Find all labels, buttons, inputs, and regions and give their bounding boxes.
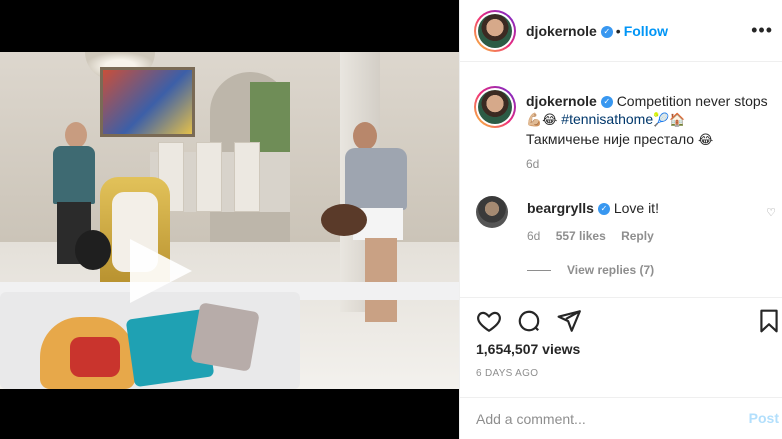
- caption-username[interactable]: djokernole: [526, 93, 597, 109]
- header-username[interactable]: djokernole: [526, 23, 597, 39]
- video-player[interactable]: [0, 52, 459, 389]
- view-replies-button[interactable]: View replies (7): [527, 263, 654, 277]
- comment-time[interactable]: 6d: [527, 229, 540, 243]
- caption-emoji-3: 😂: [697, 133, 714, 148]
- follow-button[interactable]: Follow: [624, 23, 668, 39]
- bookmark-icon[interactable]: [756, 308, 782, 334]
- video-scene-player-right: [321, 122, 425, 352]
- caption-emoji-2: 🎾🏠: [653, 113, 686, 128]
- post-header: djokernole ✓ • Follow •••: [460, 0, 782, 62]
- comment-body: Love it!: [613, 200, 659, 216]
- caption-line3: Такмичење није престало: [526, 131, 695, 147]
- comment-likes[interactable]: 557 likes: [556, 229, 606, 243]
- video-scene-chair: [234, 142, 260, 212]
- caption-line1: Competition never stops: [616, 93, 768, 109]
- video-scene-plush-shirt: [70, 337, 120, 377]
- verified-badge-icon: ✓: [597, 203, 610, 216]
- media-panel: [0, 0, 459, 439]
- video-scene-painting: [100, 67, 195, 137]
- comment-like-heart-icon[interactable]: ♡: [766, 206, 776, 219]
- post-button[interactable]: Post: [749, 410, 779, 426]
- play-icon[interactable]: [130, 239, 192, 303]
- hashtag-link[interactable]: #tennisathome: [561, 111, 653, 127]
- heart-icon[interactable]: [476, 308, 502, 334]
- avatar[interactable]: [474, 86, 516, 128]
- comment-reply-button[interactable]: Reply: [621, 229, 654, 243]
- comment-meta: 6d 557 likes Reply: [527, 229, 666, 243]
- comment-input[interactable]: [476, 406, 726, 432]
- replies-divider-line: [527, 270, 551, 272]
- comment-text: beargrylls ✓ Love it!: [527, 200, 659, 216]
- post-side-panel: djokernole ✓ • Follow ••• djokernole ✓ Compe…: [459, 0, 782, 439]
- commenter-avatar[interactable]: [476, 196, 508, 228]
- verified-badge-icon: ✓: [600, 96, 613, 109]
- comment-icon[interactable]: [516, 308, 542, 334]
- separator-dot: •: [615, 23, 621, 39]
- caption-emoji-1: 💪🏼😂: [526, 113, 558, 128]
- caption-time[interactable]: 6d: [526, 157, 539, 171]
- comment-username[interactable]: beargrylls: [527, 200, 594, 216]
- more-options-icon[interactable]: •••: [751, 20, 773, 41]
- verified-badge-icon: ✓: [600, 25, 613, 38]
- video-scene-pillow-gray: [190, 302, 260, 372]
- video-scene-chair: [196, 142, 222, 212]
- comment-composer: Post: [460, 397, 782, 439]
- view-count[interactable]: 1,654,507 views: [476, 341, 580, 357]
- post-actions: 1,654,507 views 6 DAYS AGO: [460, 297, 782, 397]
- caption-text: djokernole ✓ Competition never stops 💪🏼😂 …: [526, 92, 782, 150]
- avatar[interactable]: [474, 10, 516, 52]
- post-timestamp[interactable]: 6 DAYS AGO: [476, 368, 538, 379]
- share-icon[interactable]: [556, 308, 582, 334]
- video-scene-player-left: [45, 122, 111, 272]
- view-replies-label: View replies (7): [567, 263, 655, 277]
